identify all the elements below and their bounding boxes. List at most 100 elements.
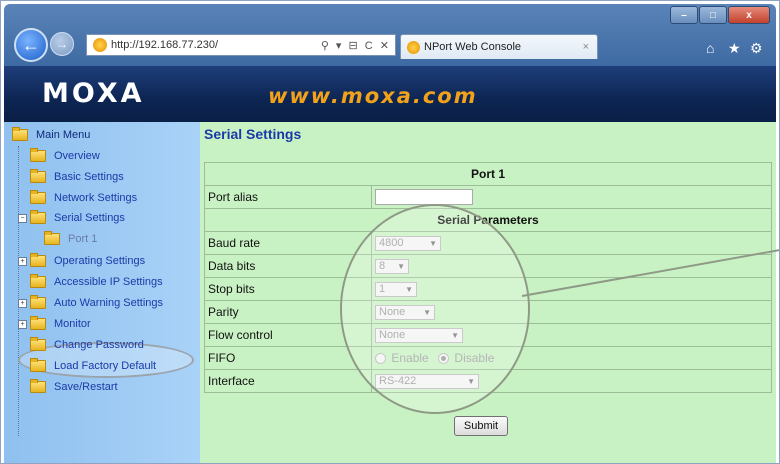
folder-icon bbox=[44, 231, 60, 245]
table-row: Interface RS-422 ▼ bbox=[204, 369, 772, 393]
flow-control-label: Flow control bbox=[204, 323, 372, 347]
sidebar-item-label: Monitor bbox=[54, 318, 91, 330]
forward-button[interactable]: → bbox=[50, 32, 74, 56]
data-bits-value: 8 bbox=[379, 260, 386, 273]
sidebar-menu: Main Menu Overview Basic Settings Networ… bbox=[4, 122, 200, 464]
home-icon[interactable]: ⌂ bbox=[706, 40, 714, 56]
table-row: Baud rate 4800 ▼ bbox=[204, 231, 772, 255]
baud-rate-value: 4800 bbox=[379, 237, 404, 250]
baud-rate-select[interactable]: 4800 ▼ bbox=[375, 235, 441, 251]
dropdown-arrow-icon: ▼ bbox=[429, 238, 437, 248]
port-alias-cell bbox=[371, 185, 772, 209]
folder-icon bbox=[30, 337, 46, 351]
table-row: Data bits 8 ▼ bbox=[204, 254, 772, 278]
baud-rate-cell: 4800 ▼ bbox=[371, 231, 772, 255]
address-tools[interactable]: ⚲ ▾ ⊟ C ✕ bbox=[321, 39, 395, 52]
sidebar-item-change-password[interactable]: Change Password bbox=[30, 337, 144, 351]
sidebar-item-serial-settings[interactable]: − Serial Settings bbox=[18, 210, 125, 224]
sidebar-item-label: Basic Settings bbox=[54, 171, 124, 183]
port-alias-label: Port alias bbox=[204, 185, 372, 209]
table-row: Port 1 bbox=[204, 162, 772, 186]
address-bar[interactable]: http://192.168.77.230/ ⚲ ▾ ⊟ C ✕ bbox=[86, 34, 396, 56]
sidebar-item-operating-settings[interactable]: + Operating Settings bbox=[18, 253, 146, 267]
folder-open-icon bbox=[12, 127, 28, 141]
table-row: Flow control None ▼ bbox=[204, 323, 772, 347]
minimize-button[interactable]: – bbox=[670, 6, 698, 24]
tree-connector bbox=[18, 146, 20, 436]
sidebar-item-accessible-ip-settings[interactable]: Accessible IP Settings bbox=[30, 274, 163, 288]
data-bits-label: Data bits bbox=[204, 254, 372, 278]
collapse-icon[interactable]: − bbox=[18, 213, 27, 223]
port-alias-input[interactable] bbox=[375, 189, 473, 205]
stop-bits-value: 1 bbox=[379, 283, 386, 296]
sidebar-item-auto-warning-settings[interactable]: + Auto Warning Settings bbox=[18, 295, 164, 309]
interface-select[interactable]: RS-422 ▼ bbox=[375, 373, 479, 389]
flow-control-value: None bbox=[379, 329, 406, 342]
parity-select[interactable]: None ▼ bbox=[375, 304, 435, 320]
sidebar-item-port-1[interactable]: Port 1 bbox=[44, 231, 98, 245]
parity-cell: None ▼ bbox=[371, 300, 772, 324]
window-controls: – □ x bbox=[669, 6, 770, 24]
sidebar-item-load-factory-default[interactable]: Load Factory Default bbox=[30, 358, 157, 372]
folder-icon bbox=[30, 379, 46, 393]
port-header: Port 1 bbox=[204, 162, 772, 186]
data-bits-select[interactable]: 8 ▼ bbox=[375, 258, 409, 274]
sidebar-item-label: Operating Settings bbox=[54, 255, 146, 267]
dropdown-arrow-icon: ▼ bbox=[397, 261, 405, 271]
browser-chrome: – □ x ← → http://192.168.77.230/ ⚲ ▾ ⊟ C… bbox=[4, 4, 776, 66]
fifo-disable-label: Disable bbox=[454, 351, 495, 365]
fifo-disable-radio[interactable] bbox=[438, 353, 450, 365]
folder-icon bbox=[30, 190, 46, 204]
dropdown-arrow-icon: ▼ bbox=[451, 330, 459, 340]
table-row: FIFO Enable Disable bbox=[204, 346, 772, 370]
parity-label: Parity bbox=[204, 300, 372, 324]
moxa-logo: MOXA bbox=[42, 78, 145, 109]
expand-icon[interactable]: + bbox=[18, 256, 27, 266]
settings-gear-icon[interactable]: ⚙ bbox=[750, 40, 763, 57]
fifo-enable-radio[interactable] bbox=[375, 353, 386, 365]
data-bits-cell: 8 ▼ bbox=[371, 254, 772, 278]
tab-close-icon[interactable]: × bbox=[583, 41, 589, 53]
table-row: Parity None ▼ bbox=[204, 300, 772, 324]
sidebar-item-label: Overview bbox=[54, 150, 100, 162]
maximize-button[interactable]: □ bbox=[699, 6, 727, 24]
tab-favicon-icon bbox=[407, 40, 420, 54]
folder-icon bbox=[30, 274, 46, 288]
submit-button[interactable]: Submit bbox=[454, 416, 508, 436]
sidebar-item-overview[interactable]: Overview bbox=[30, 148, 100, 162]
sidebar-item-label: Network Settings bbox=[54, 192, 138, 204]
baud-rate-label: Baud rate bbox=[204, 231, 372, 255]
folder-icon bbox=[30, 148, 46, 162]
parity-value: None bbox=[379, 306, 406, 319]
main-menu-item[interactable]: Main Menu bbox=[12, 127, 90, 141]
interface-value: RS-422 bbox=[379, 375, 417, 388]
back-button[interactable]: ← bbox=[14, 28, 48, 62]
flow-control-cell: None ▼ bbox=[371, 323, 772, 347]
tab-title: NPort Web Console bbox=[424, 41, 522, 53]
table-row: Stop bits 1 ▼ bbox=[204, 277, 772, 301]
flow-control-select[interactable]: None ▼ bbox=[375, 327, 463, 343]
favorites-star-icon[interactable]: ★ bbox=[728, 40, 741, 57]
sidebar-item-label: Change Password bbox=[54, 339, 144, 351]
sidebar-item-label: Auto Warning Settings bbox=[54, 297, 164, 309]
dropdown-arrow-icon: ▼ bbox=[405, 284, 413, 294]
page-title: Serial Settings bbox=[204, 126, 302, 142]
browser-tab[interactable]: NPort Web Console × bbox=[400, 34, 598, 59]
table-row: Serial Parameters bbox=[204, 208, 772, 232]
sidebar-item-label: Accessible IP Settings bbox=[54, 276, 163, 288]
stop-bits-select[interactable]: 1 ▼ bbox=[375, 281, 417, 297]
sidebar-item-network-settings[interactable]: Network Settings bbox=[30, 190, 138, 204]
sidebar-item-label: Port 1 bbox=[68, 233, 98, 245]
sidebar-item-basic-settings[interactable]: Basic Settings bbox=[30, 169, 124, 183]
stop-bits-label: Stop bits bbox=[204, 277, 372, 301]
address-url[interactable]: http://192.168.77.230/ bbox=[111, 39, 321, 51]
expand-icon[interactable]: + bbox=[18, 298, 27, 308]
sidebar-item-save-restart[interactable]: Save/Restart bbox=[30, 379, 118, 393]
sidebar-item-label: Load Factory Default bbox=[54, 360, 157, 372]
close-window-button[interactable]: x bbox=[728, 6, 770, 24]
sidebar-item-monitor[interactable]: + Monitor bbox=[18, 316, 91, 330]
folder-icon bbox=[30, 253, 46, 267]
sidebar-item-label: Serial Settings bbox=[54, 212, 125, 224]
expand-icon[interactable]: + bbox=[18, 319, 27, 329]
fifo-cell: Enable Disable bbox=[371, 346, 772, 370]
